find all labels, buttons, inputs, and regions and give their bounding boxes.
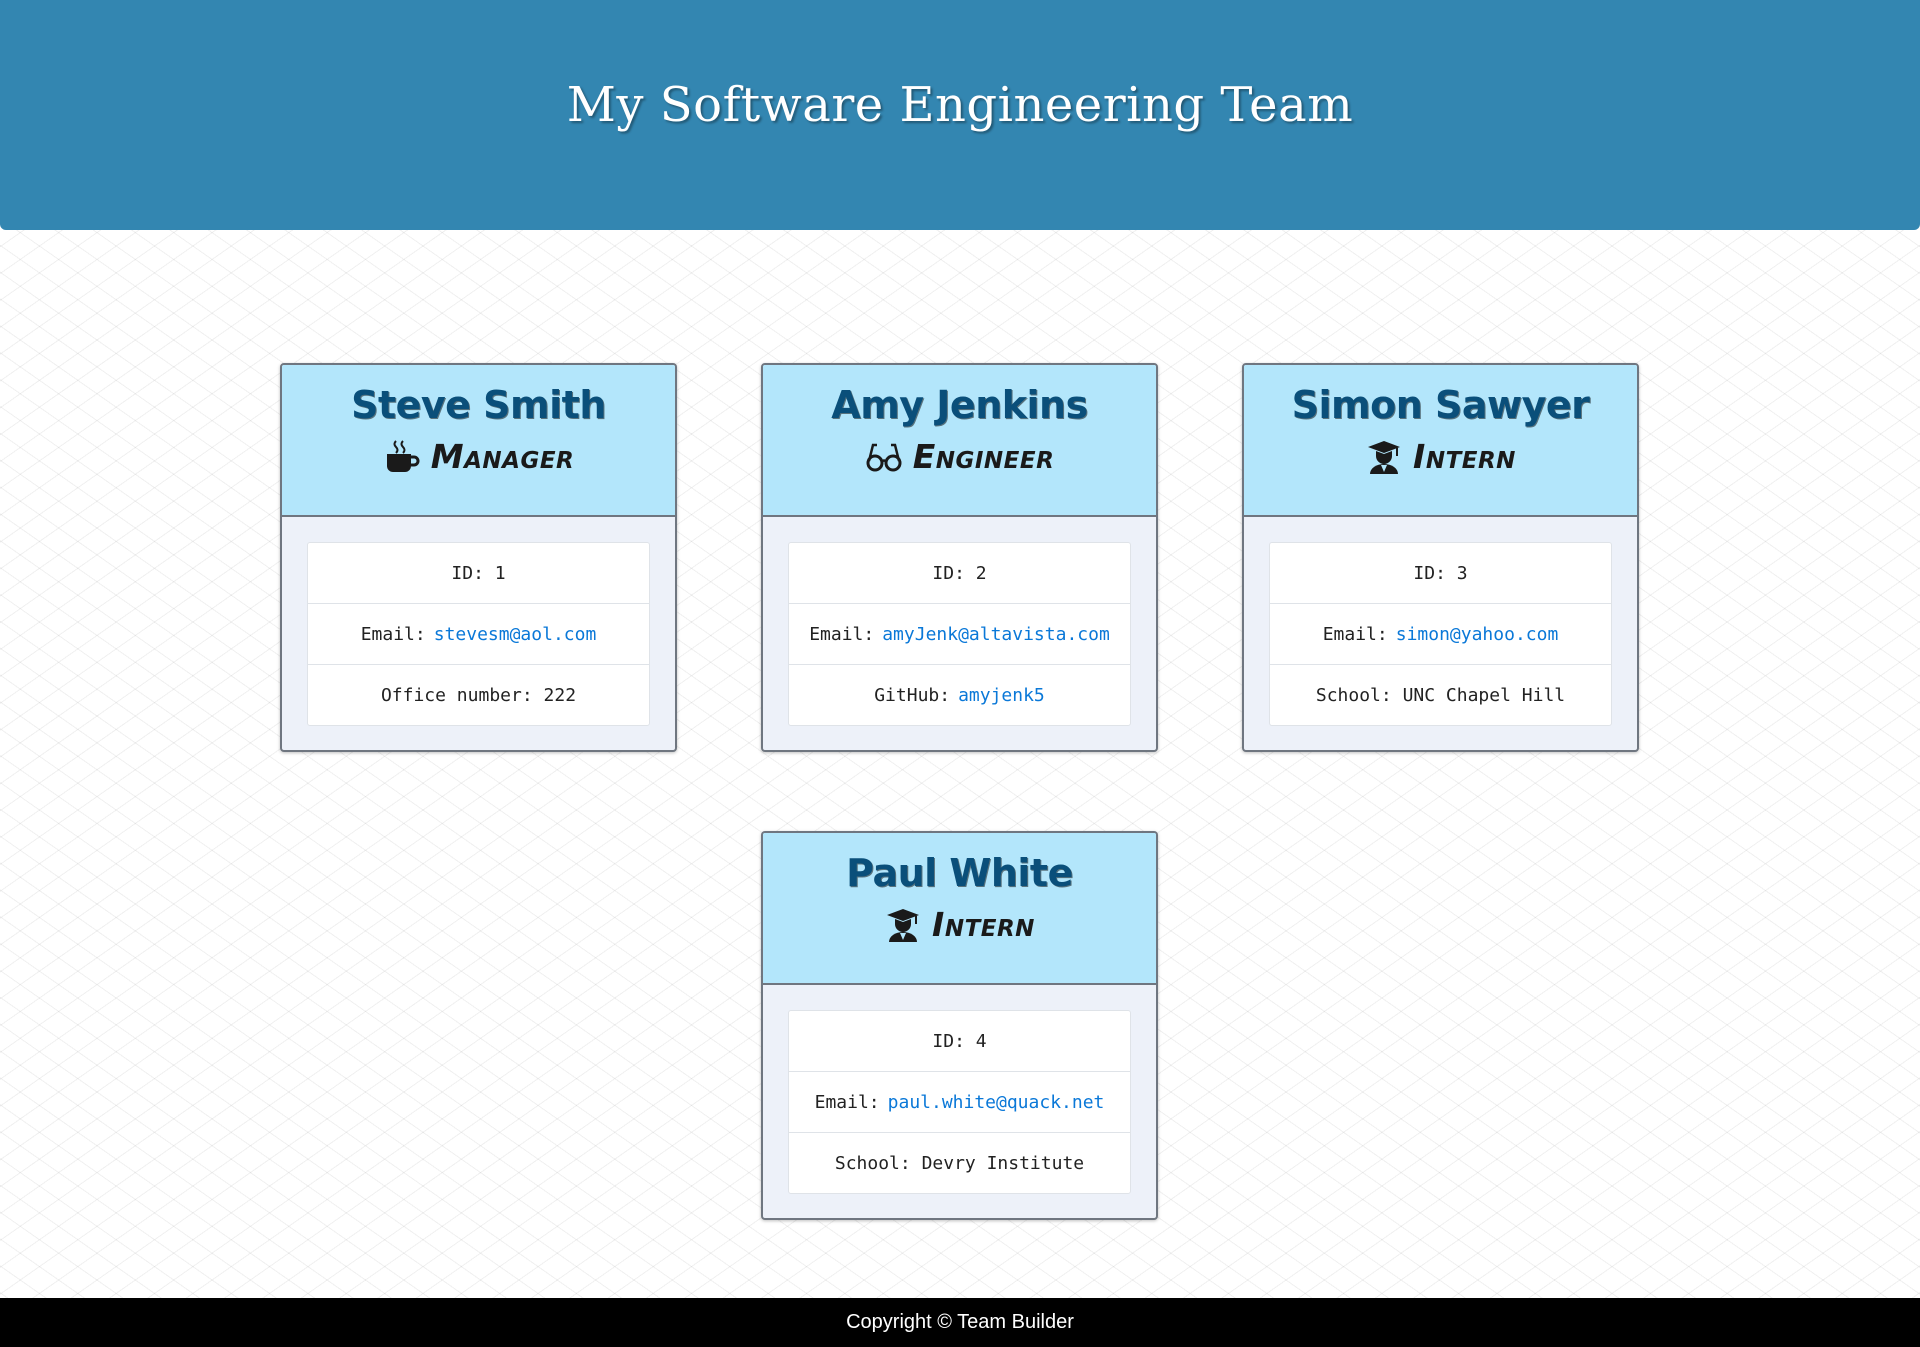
employee-role: Engineer — [763, 437, 1156, 476]
card-header: Amy Jenkins Engineer — [763, 365, 1156, 517]
card-header: Steve Smith Manager — [282, 365, 675, 517]
card-body: ID: 3 Email: simon@yahoo.com School: UNC… — [1244, 517, 1637, 750]
card-header: Paul White Intern — [763, 833, 1156, 985]
role-label: Intern — [1413, 437, 1516, 476]
card-body: ID: 4 Email: paul.white@quack.net School… — [763, 985, 1156, 1218]
list-item-id: ID: 1 — [308, 543, 649, 604]
employee-name: Steve Smith — [351, 383, 606, 427]
email-link[interactable]: simon@yahoo.com — [1396, 624, 1559, 645]
card-header: Simon Sawyer Intern — [1244, 365, 1637, 517]
employee-card-intern: Paul White Intern ID: 4 Email: paul.whit… — [761, 831, 1158, 1220]
page-footer: Copyright © Team Builder — [0, 1298, 1920, 1347]
list-item-email: Email: paul.white@quack.net — [789, 1072, 1130, 1133]
employee-card-intern: Simon Sawyer Intern ID: 3 Email: simon@y… — [1242, 363, 1639, 752]
role-label: Manager — [430, 437, 575, 476]
details-list: ID: 4 Email: paul.white@quack.net School… — [788, 1010, 1131, 1194]
email-link[interactable]: paul.white@quack.net — [888, 1092, 1105, 1113]
page-title: My Software Engineering Team — [566, 77, 1354, 133]
glasses-icon — [865, 438, 903, 476]
list-item-id: ID: 4 — [789, 1011, 1130, 1072]
employee-role: Intern — [763, 905, 1156, 944]
employee-role: Intern — [1244, 437, 1637, 476]
employee-card-engineer: Amy Jenkins Engineer ID: 2 Email: amyJen… — [761, 363, 1158, 752]
email-link[interactable]: stevesm@aol.com — [434, 624, 597, 645]
details-list: ID: 2 Email: amyJenk@altavista.com GitHu… — [788, 542, 1131, 726]
graduate-icon — [884, 906, 922, 944]
list-item-github: GitHub: amyjenk5 — [874, 684, 1045, 706]
details-list: ID: 3 Email: simon@yahoo.com School: UNC… — [1269, 542, 1612, 726]
list-item-email: Email: stevesm@aol.com — [308, 604, 649, 665]
employee-card-manager: Steve Smith Manager ID: 1 Email: stevesm… — [280, 363, 677, 752]
copyright-text: Copyright © Team Builder — [846, 1311, 1074, 1333]
card-body: ID: 1 Email: stevesm@aol.com Office numb… — [282, 517, 675, 750]
list-item-id: ID: 2 — [789, 543, 1130, 604]
card-body: ID: 2 Email: amyJenk@altavista.com GitHu… — [763, 517, 1156, 750]
employee-name: Amy Jenkins — [831, 383, 1088, 427]
page-header: My Software Engineering Team — [0, 0, 1920, 230]
list-item-id: ID: 3 — [1270, 543, 1611, 604]
role-label: Intern — [932, 905, 1035, 944]
employee-name: Paul White — [846, 851, 1073, 895]
list-item-school: School: UNC Chapel Hill — [1315, 684, 1566, 706]
graduate-icon — [1365, 438, 1403, 476]
email-link[interactable]: amyJenk@altavista.com — [882, 624, 1110, 645]
details-list: ID: 1 Email: stevesm@aol.com Office numb… — [307, 542, 650, 726]
github-link[interactable]: amyjenk5 — [958, 685, 1045, 706]
list-item-email: Email: simon@yahoo.com — [1270, 604, 1611, 665]
list-item-office: Office number: 222 — [380, 684, 577, 706]
employee-role: Manager — [282, 437, 675, 476]
list-item-email: Email: amyJenk@altavista.com — [789, 604, 1130, 665]
list-item-school: School: Devry Institute — [834, 1152, 1085, 1174]
role-label: Engineer — [912, 437, 1055, 476]
coffee-mug-icon — [383, 438, 421, 476]
employee-name: Simon Sawyer — [1291, 383, 1590, 427]
